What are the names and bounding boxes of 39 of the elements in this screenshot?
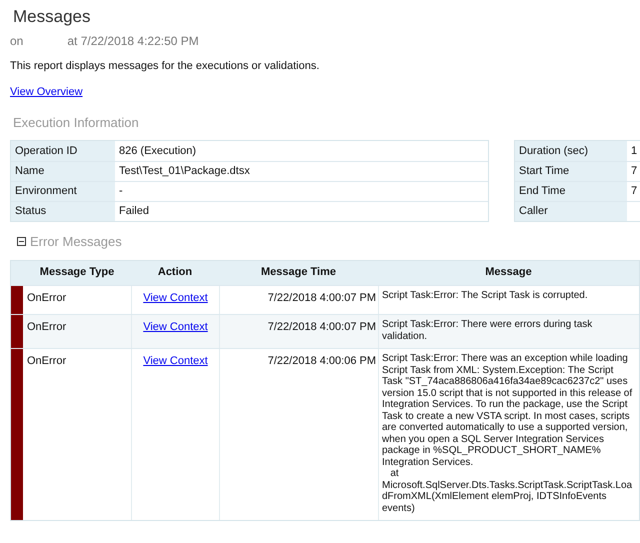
view-context-link[interactable]: View Context	[143, 321, 208, 333]
table-cell: OnError	[27, 292, 66, 304]
field-label: Environment	[11, 182, 115, 201]
column-header: Message Time	[260, 265, 337, 280]
field-label: End Time	[515, 182, 627, 201]
column-header: Message	[484, 265, 533, 280]
field-value: 1	[630, 144, 638, 159]
field-value: 826 (Execution)	[118, 144, 198, 159]
table-cell: OnError	[27, 321, 66, 333]
field-label: Name	[11, 162, 115, 181]
section-heading: Execution Information	[12, 114, 140, 132]
message-text: Script Task:Error: There were errors during task validation.	[382, 319, 594, 342]
subtitle-text: at 7/22/2018 4:22:50 PM	[67, 32, 199, 50]
field-label: Start Time	[515, 162, 627, 181]
field-value: 7	[630, 164, 638, 180]
message-text: Script Task:Error: The Script Task is corrupted.	[382, 290, 589, 301]
view-context-link[interactable]: View Context	[143, 355, 208, 367]
field-value: Failed	[118, 204, 150, 220]
field-label: Status	[11, 202, 115, 221]
field-value: 7	[630, 184, 638, 200]
page-title: Messages	[12, 6, 92, 28]
table-cell: 7/22/2018 4:00:06 PM	[268, 355, 376, 367]
field-label: Operation ID	[11, 141, 115, 161]
subtitle-text: on	[10, 32, 24, 50]
column-header: Action	[156, 265, 194, 280]
table-cell: 7/22/2018 4:00:07 PM	[268, 292, 376, 304]
table-cell: OnError	[27, 355, 66, 367]
overview-link[interactable]: View Overview	[10, 84, 83, 100]
field-value: Test\Test_01\Package.dtsx	[118, 164, 251, 180]
field-label: Caller	[515, 202, 627, 221]
field-label: Duration (sec)	[515, 141, 627, 161]
column-header: Message Type	[38, 265, 116, 280]
field-value: -	[118, 184, 124, 200]
table-cell: 7/22/2018 4:00:07 PM	[268, 321, 376, 333]
view-context-link[interactable]: View Context	[143, 292, 208, 304]
collapse-icon[interactable]	[17, 237, 26, 246]
description-text: This report displays messages for the executions or validations.	[10, 58, 320, 74]
section-heading: Error Messages	[30, 233, 122, 251]
message-text: Script Task:Error: There was an exception while loading Script Task from XML: System.Exception: The Script Task "ST_74aca886806a416fa34ae89cac6237c2" uses version 15.0 script that is not supported in this release of Integration Services. To run the package, use the Script Task to create a new VSTA script. In most cases, scripts are converted automatically to use a supported version, when you open a SQL Server Integration Services package in %SQL_PRODUCT_SHORT_NAME% Integration Services. at Microsoft.SqlServer.Dts.Tasks.ScriptTask.ScriptTask.LoadFromXML(XmlElement elemProj, IDTSInfoEvents events)	[382, 353, 634, 514]
